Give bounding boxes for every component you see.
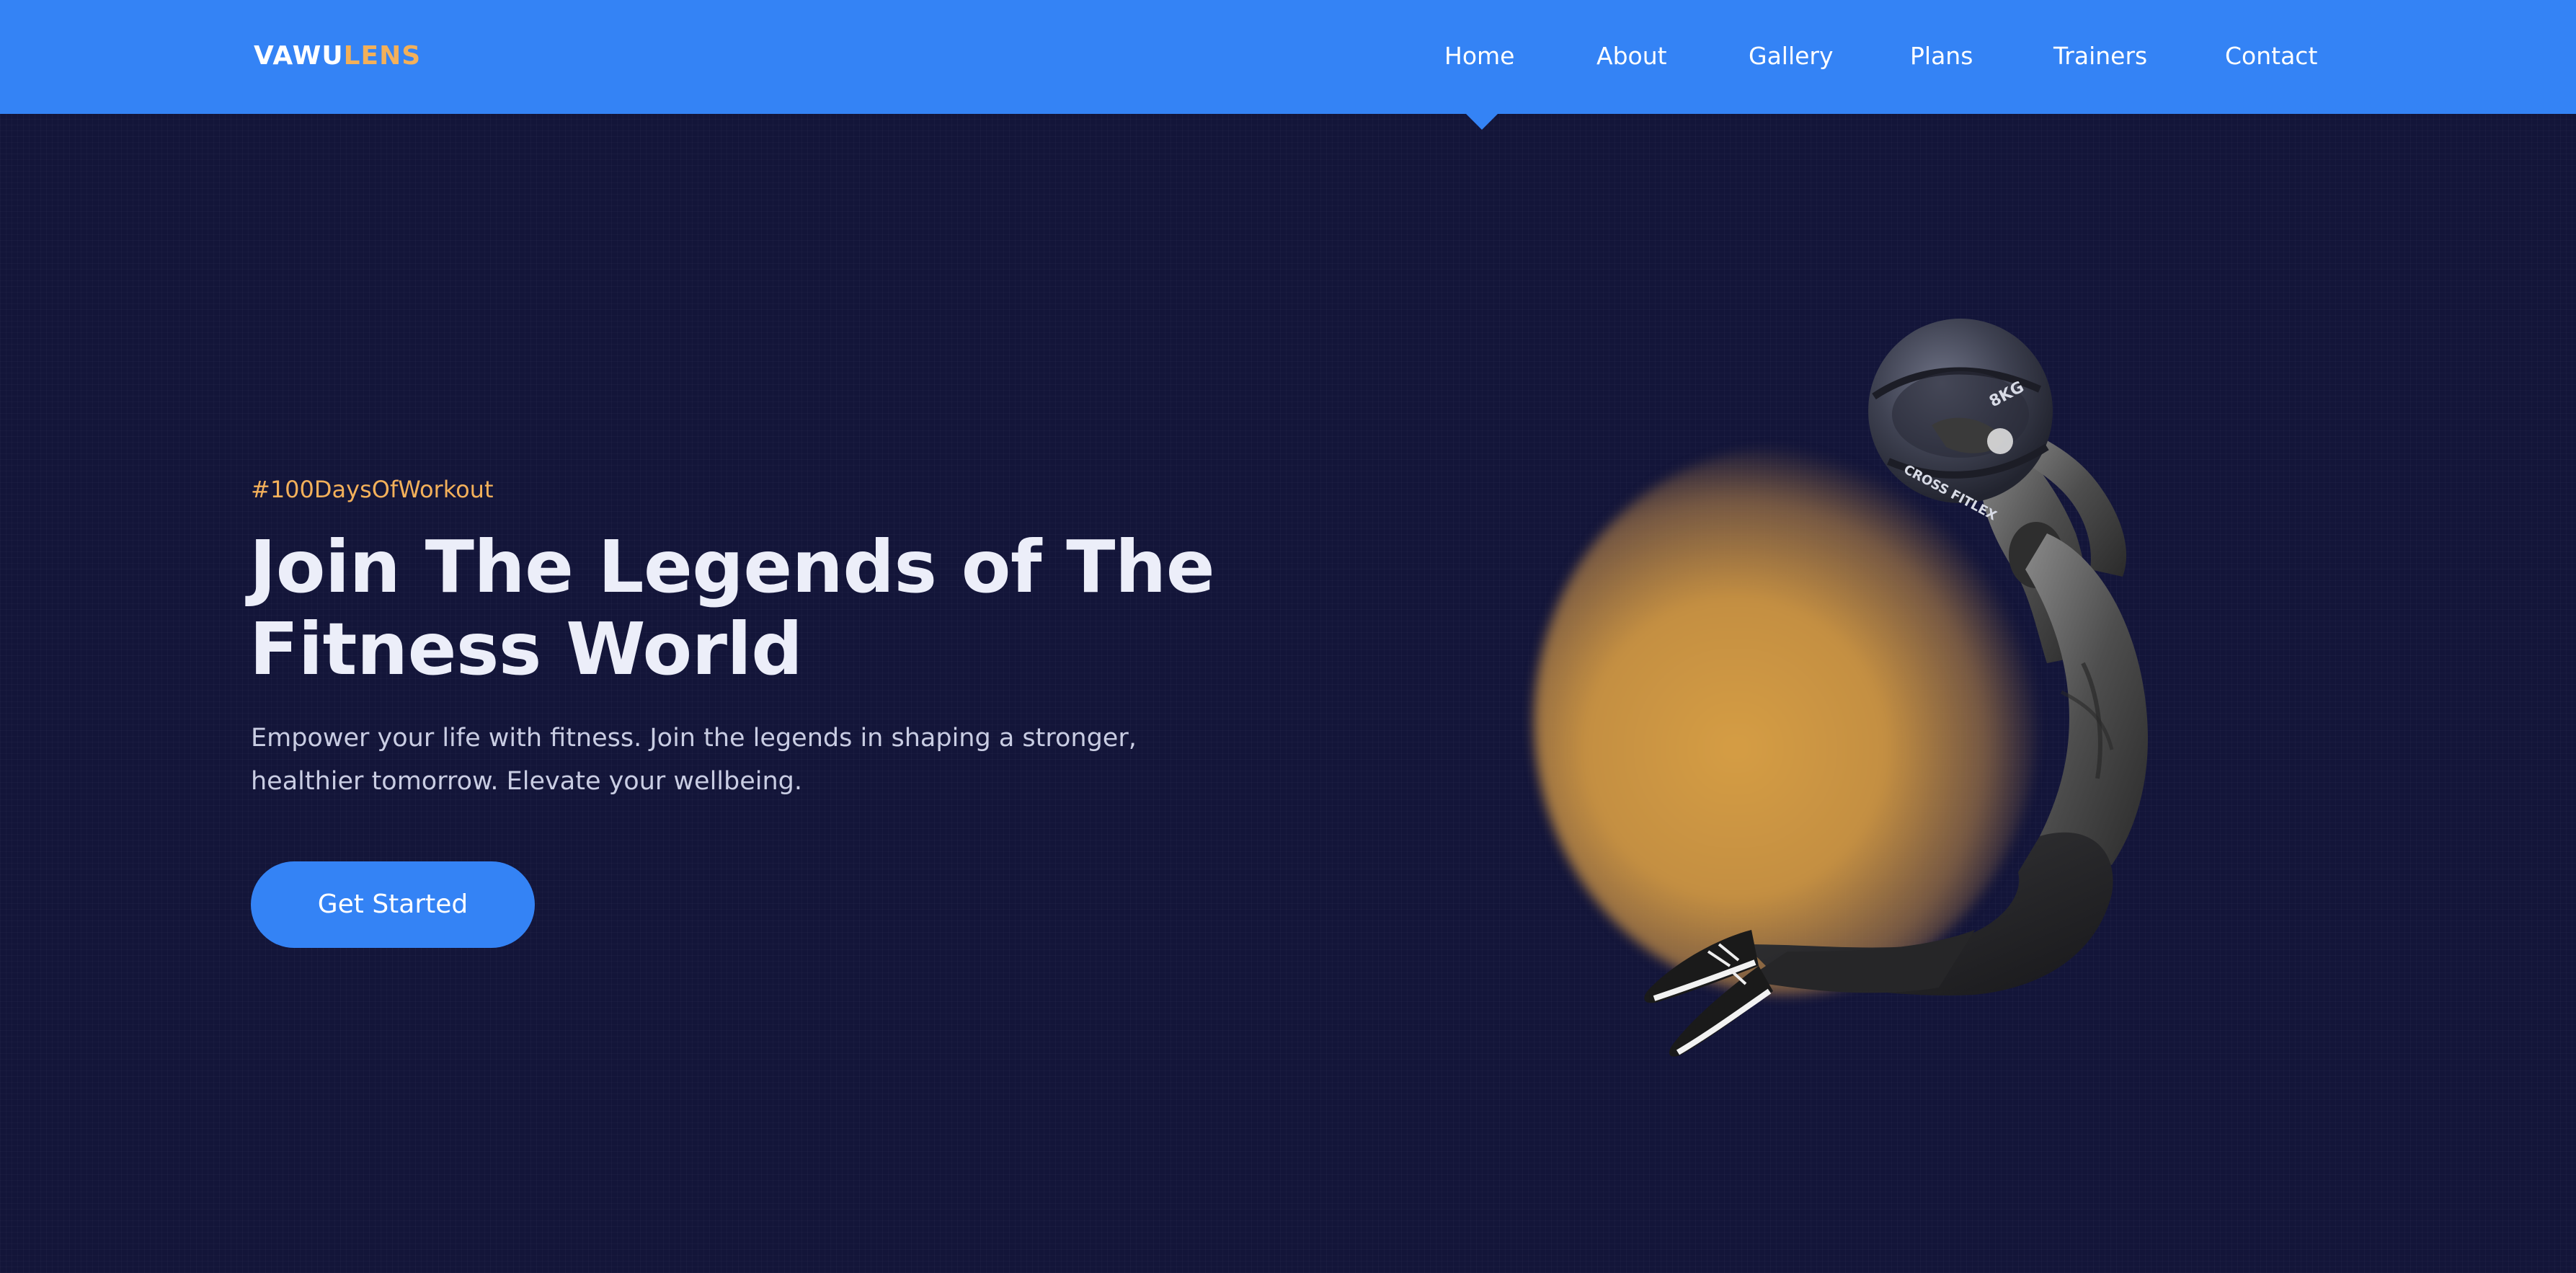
sneaker-icon <box>1644 930 1773 1057</box>
nav-item-trainers[interactable]: Trainers <box>2053 40 2147 72</box>
nav-item-contact[interactable]: Contact <box>2225 40 2317 72</box>
nav-item-gallery[interactable]: Gallery <box>1749 40 1834 72</box>
athlete-figure: 8KG CROSS FITLEX <box>1644 319 2148 1057</box>
get-started-button[interactable]: Get Started <box>251 861 535 948</box>
hero-headline-line2: Fitness World <box>249 607 803 691</box>
nav-active-pointer-icon <box>1466 114 1498 130</box>
site-header: VAWULENS Home About Gallery Plans Traine… <box>0 0 2576 114</box>
hero-headline: Join The Legends of The Fitness World <box>249 526 1215 691</box>
hero-description: Empower your life with fitness. Join the… <box>251 717 1202 803</box>
hero-illustration: 8KG CROSS FITLEX <box>1470 317 2234 1153</box>
hero-description-line2: healthier tomorrow. Elevate your wellbei… <box>251 767 803 796</box>
hero-tagline: #100DaysOfWorkout <box>251 476 494 503</box>
main-nav: Home About Gallery Plans Trainers Contac… <box>0 0 2576 114</box>
hero-description-line1: Empower your life with fitness. Join the… <box>251 724 1137 753</box>
nav-item-home[interactable]: Home <box>1444 40 1514 72</box>
nav-item-about[interactable]: About <box>1596 40 1667 72</box>
nav-item-plans[interactable]: Plans <box>1910 40 1973 72</box>
hero-headline-line1: Join The Legends of The <box>249 525 1215 609</box>
